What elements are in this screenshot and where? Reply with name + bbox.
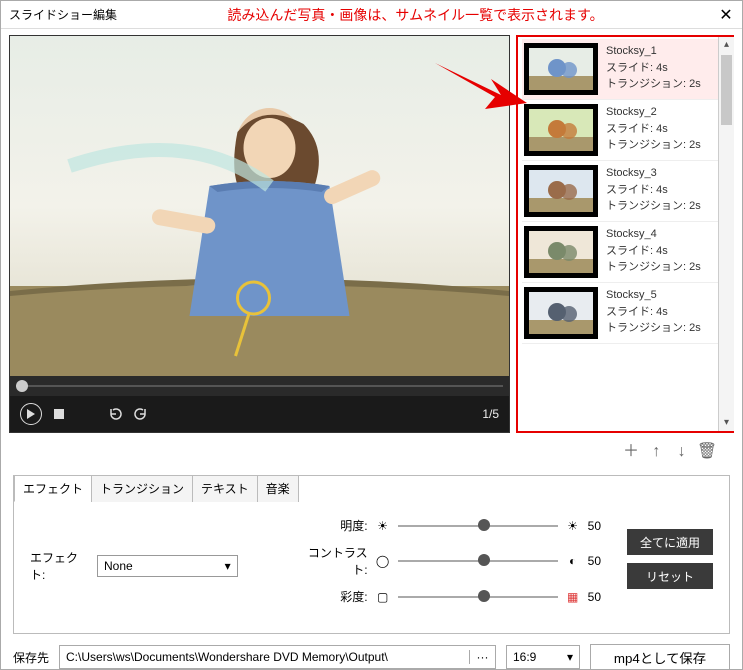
chevron-down-icon: ▾ [225, 559, 231, 573]
save-path-label: 保存先 [13, 649, 49, 666]
move-down-button[interactable]: ↓ [671, 443, 693, 461]
thumbnail-slide-dur: スライド: 4s [606, 243, 701, 260]
stop-button[interactable] [54, 409, 64, 419]
preview-area: 1/5 [9, 35, 510, 433]
delete-thumb-button[interactable]: 🗑 [696, 441, 718, 461]
effect-label: エフェクト: [30, 549, 89, 583]
thumbnail-item[interactable]: Stocksy_4スライド: 4sトランジション: 2s [522, 222, 718, 283]
tab-text[interactable]: テキスト [192, 475, 258, 502]
saturation-low-icon: ▢ [376, 590, 390, 604]
chevron-down-icon: ▾ [567, 650, 573, 664]
saturation-label: 彩度: [304, 588, 368, 605]
brightness-slider[interactable] [398, 525, 558, 527]
thumbnail-info: Stocksy_3スライド: 4sトランジション: 2s [606, 165, 701, 217]
reset-button[interactable]: リセット [627, 563, 713, 589]
thumbnail-info: Stocksy_4スライド: 4sトランジション: 2s [606, 226, 701, 278]
thumbnail-info: Stocksy_1スライド: 4sトランジション: 2s [606, 43, 701, 95]
thumbnail-image [524, 226, 598, 278]
tab-music[interactable]: 音楽 [257, 475, 299, 502]
aspect-value: 16:9 [513, 650, 536, 664]
brightness-value: 50 [588, 519, 601, 533]
tab-effect[interactable]: エフェクト [14, 475, 92, 502]
thumbnail-info: Stocksy_5スライド: 4sトランジション: 2s [606, 287, 701, 339]
rotate-left-button[interactable] [108, 407, 122, 421]
seek-bar[interactable] [10, 376, 509, 396]
saturation-slider[interactable] [398, 596, 558, 598]
contrast-slider[interactable] [398, 560, 558, 562]
rotate-right-button[interactable] [134, 407, 148, 421]
thumbnail-item[interactable]: Stocksy_1スライド: 4sトランジション: 2s [522, 39, 718, 100]
save-path-field[interactable]: C:\Users\ws\Documents\Wondershare DVD Me… [60, 650, 469, 664]
thumbnail-trans-dur: トランジション: 2s [606, 259, 701, 276]
aspect-select[interactable]: 16:9 ▾ [506, 645, 580, 669]
slide-counter: 1/5 [482, 407, 499, 421]
thumbnail-image [524, 43, 598, 95]
thumbnail-trans-dur: トランジション: 2s [606, 198, 701, 215]
effect-select[interactable]: None ▾ [97, 555, 238, 577]
saturation-high-icon: ▦ [566, 590, 580, 604]
brightness-label: 明度: [304, 517, 368, 534]
apply-all-button[interactable]: 全てに適用 [627, 529, 713, 555]
thumbnail-name: Stocksy_4 [606, 226, 701, 243]
thumbnail-slide-dur: スライド: 4s [606, 304, 701, 321]
save-mp4-button[interactable]: mp4として保存 [590, 644, 730, 670]
brightness-high-icon: ☀ [566, 519, 580, 533]
annotation-text: 読み込んだ写真・画像は、サムネイル一覧で表示されます。 [117, 5, 714, 25]
close-button[interactable]: ✕ [714, 5, 738, 25]
window-title: スライドショー編集 [9, 6, 117, 23]
contrast-value: 50 [588, 554, 601, 568]
thumbnail-item[interactable]: Stocksy_3スライド: 4sトランジション: 2s [522, 161, 718, 222]
thumbnail-slide-dur: スライド: 4s [606, 182, 701, 199]
contrast-low-icon: ◯ [376, 554, 390, 568]
tab-transition[interactable]: トランジション [91, 475, 193, 502]
play-button[interactable] [20, 403, 42, 425]
thumbnail-trans-dur: トランジション: 2s [606, 137, 701, 154]
thumbnail-trans-dur: トランジション: 2s [606, 320, 701, 337]
effect-selected-value: None [104, 559, 133, 573]
thumbnail-list: Stocksy_1スライド: 4sトランジション: 2sStocksy_2スライ… [516, 35, 734, 433]
contrast-label: コントラスト: [304, 544, 368, 578]
thumbnail-name: Stocksy_3 [606, 165, 701, 182]
thumbnail-name: Stocksy_5 [606, 287, 701, 304]
contrast-high-icon: ◐ [566, 554, 580, 568]
thumbnail-name: Stocksy_1 [606, 43, 701, 60]
move-up-button[interactable]: ↑ [645, 443, 667, 461]
thumbnail-trans-dur: トランジション: 2s [606, 76, 701, 93]
thumbnail-image [524, 165, 598, 217]
saturation-value: 50 [588, 590, 601, 604]
brightness-low-icon: ☀ [376, 519, 390, 533]
thumb-scrollbar[interactable]: ▴ ▾ [718, 37, 734, 431]
thumbnail-name: Stocksy_2 [606, 104, 701, 121]
thumbnail-item[interactable]: Stocksy_5スライド: 4sトランジション: 2s [522, 283, 718, 344]
thumbnail-slide-dur: スライド: 4s [606, 121, 701, 138]
thumbnail-image [524, 287, 598, 339]
thumbnail-slide-dur: スライド: 4s [606, 60, 701, 77]
thumbnail-info: Stocksy_2スライド: 4sトランジション: 2s [606, 104, 701, 156]
thumbnail-item[interactable]: Stocksy_2スライド: 4sトランジション: 2s [522, 100, 718, 161]
browse-button[interactable]: ··· [469, 650, 495, 664]
add-thumb-button[interactable]: ＋ [620, 437, 642, 461]
preview-image [10, 36, 509, 376]
thumbnail-image [524, 104, 598, 156]
